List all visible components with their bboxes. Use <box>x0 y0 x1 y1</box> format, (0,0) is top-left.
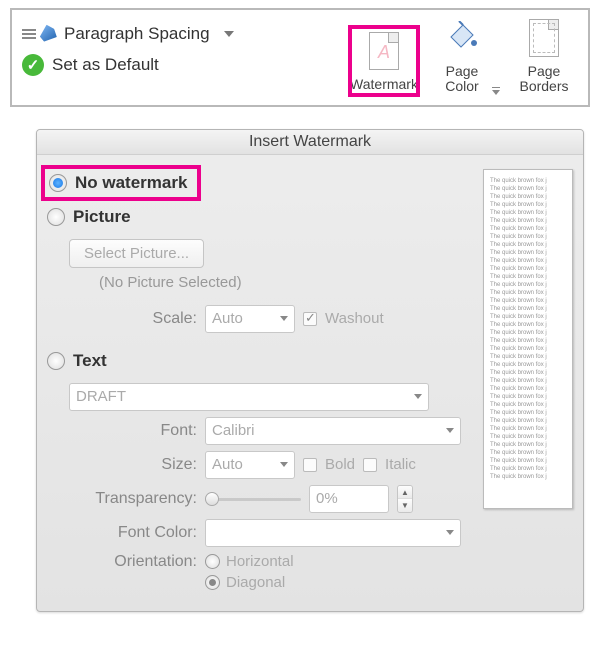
orientation-horizontal-radio[interactable] <box>205 554 220 569</box>
font-color-combo[interactable] <box>205 519 461 547</box>
transparency-slider[interactable] <box>205 492 301 506</box>
stepper-up-icon: ▲ <box>398 486 412 500</box>
check-circle-icon: ✓ <box>22 54 44 76</box>
watermark-text-combo[interactable]: DRAFT <box>69 383 429 411</box>
transparency-stepper[interactable]: ▲▼ <box>397 485 413 513</box>
scale-combo[interactable]: Auto <box>205 305 295 333</box>
no-picture-selected-text: (No Picture Selected) <box>99 274 475 291</box>
size-combo[interactable]: Auto <box>205 451 295 479</box>
ribbon-left-group: Paragraph Spacing ✓ Set as Default <box>22 16 350 86</box>
font-color-label: Font Color: <box>69 524 197 542</box>
chevron-down-icon <box>414 394 422 399</box>
transparency-label: Transparency: <box>69 490 197 508</box>
page-color-button[interactable]: Page Color <box>428 16 496 95</box>
orientation-diagonal-row[interactable]: Diagonal <box>205 574 294 591</box>
chevron-down-icon <box>446 428 454 433</box>
preview-page: The quick brown fox jThe quick brown fox… <box>483 169 573 509</box>
bold-label: Bold <box>325 456 355 473</box>
orientation-diagonal-label: Diagonal <box>226 574 285 591</box>
bold-checkbox[interactable] <box>303 458 317 472</box>
no-watermark-radio[interactable] <box>49 174 67 192</box>
paragraph-spacing-button[interactable]: Paragraph Spacing <box>22 24 350 44</box>
text-radio[interactable] <box>47 352 65 370</box>
design-ribbon: Paragraph Spacing ✓ Set as Default A Wat… <box>10 8 590 107</box>
dropdown-arrow-icon <box>224 31 234 37</box>
watermark-icon: A <box>369 32 399 70</box>
page-borders-icon <box>529 19 559 57</box>
no-watermark-radio-row[interactable]: No watermark <box>45 169 197 197</box>
text-radio-row[interactable]: Text <box>47 351 475 371</box>
orientation-horizontal-label: Horizontal <box>226 553 294 570</box>
washout-label: Washout <box>325 310 384 327</box>
italic-label: Italic <box>385 456 416 473</box>
chevron-down-icon <box>446 530 454 535</box>
no-watermark-label: No watermark <box>75 173 187 193</box>
orientation-horizontal-row[interactable]: Horizontal <box>205 553 294 570</box>
page-borders-button[interactable]: Page Borders <box>510 16 578 95</box>
paragraph-spacing-icon <box>22 26 56 42</box>
orientation-label: Orientation: <box>69 553 197 571</box>
washout-checkbox[interactable] <box>303 312 317 326</box>
watermark-button[interactable]: A Watermark <box>350 27 418 94</box>
ribbon-right-group: A Watermark Page Color Page Borders <box>350 16 578 95</box>
page-color-caption: Page Color <box>428 64 496 95</box>
picture-radio-row[interactable]: Picture <box>47 207 475 227</box>
stepper-down-icon: ▼ <box>398 499 412 512</box>
select-picture-button[interactable]: Select Picture... <box>69 239 204 268</box>
paragraph-spacing-label: Paragraph Spacing <box>64 24 210 44</box>
transparency-value[interactable]: 0% <box>309 485 389 513</box>
preview-pane: The quick brown fox jThe quick brown fox… <box>483 155 583 611</box>
chevron-down-icon <box>280 316 288 321</box>
scale-label: Scale: <box>69 310 197 328</box>
orientation-diagonal-radio[interactable] <box>205 575 220 590</box>
page-borders-caption: Page Borders <box>510 64 578 95</box>
watermark-caption: Watermark <box>350 77 418 92</box>
text-label: Text <box>73 351 107 371</box>
italic-checkbox[interactable] <box>363 458 377 472</box>
insert-watermark-dialog: Insert Watermark No watermark Picture Se… <box>36 129 584 612</box>
page-color-icon <box>442 16 482 60</box>
size-label: Size: <box>69 456 197 474</box>
dialog-title: Insert Watermark <box>37 130 583 155</box>
set-as-default-label: Set as Default <box>52 55 159 75</box>
dialog-form: No watermark Picture Select Picture... (… <box>37 155 483 611</box>
font-combo[interactable]: Calibri <box>205 417 461 445</box>
chevron-down-icon <box>280 462 288 467</box>
picture-label: Picture <box>73 207 131 227</box>
font-label: Font: <box>69 422 197 440</box>
picture-radio[interactable] <box>47 208 65 226</box>
set-as-default-button[interactable]: ✓ Set as Default <box>22 54 350 76</box>
page-color-dropdown-arrow[interactable] <box>492 87 500 95</box>
